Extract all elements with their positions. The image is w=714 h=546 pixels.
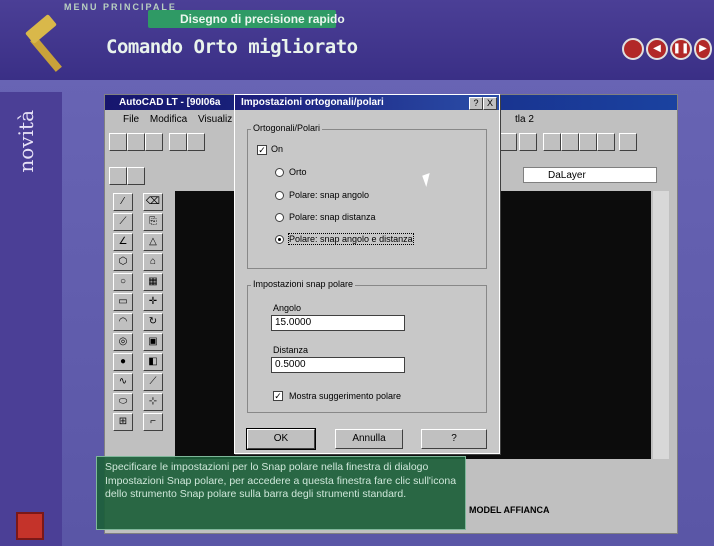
- ortho-polar-label: Ortogonali/Polari: [251, 123, 323, 133]
- forward-button[interactable]: ▶: [694, 38, 712, 60]
- zoom-window-icon[interactable]: [561, 133, 579, 151]
- menu-right-item[interactable]: tla 2: [515, 111, 534, 128]
- radio-polar-distance[interactable]: [275, 213, 284, 222]
- menu-file[interactable]: File: [123, 114, 139, 125]
- polar-settings-dialog: Impostazioni ortogonali/polari ? X Ortog…: [234, 94, 500, 454]
- status-model[interactable]: MODEL AFFIANCA: [469, 505, 550, 515]
- scale-icon[interactable]: ▣: [143, 333, 163, 351]
- rectangle-icon[interactable]: ▭: [113, 293, 133, 311]
- menu-visualizza[interactable]: Visualiz: [198, 114, 232, 125]
- tool-icon-b[interactable]: [519, 133, 537, 151]
- angle-label: Angolo: [273, 303, 302, 313]
- layer-select[interactable]: DaLayer: [523, 167, 657, 183]
- hammer-icon: [25, 14, 62, 72]
- on-checkbox[interactable]: ✓: [257, 145, 267, 155]
- dialog-help-icon[interactable]: ?: [469, 97, 483, 110]
- zoom-all-icon[interactable]: [597, 133, 615, 151]
- zoom-icon[interactable]: [543, 133, 561, 151]
- circle-icon[interactable]: ○: [113, 273, 133, 291]
- layer-manager-icon[interactable]: [127, 167, 145, 185]
- zoom-prev-icon[interactable]: [579, 133, 597, 151]
- option-orto-label: Orto: [289, 167, 307, 177]
- record-button[interactable]: [622, 38, 644, 60]
- insert-block-icon[interactable]: ⊞: [113, 413, 133, 431]
- draw-toolbar: ⁄ ⌫ ⟋ ⎘ ∠ △ ⬡ ⌂ ○ ▦ ▭ ✛ ◠ ↻ ◎ ▣ ● ◧ ∿ ⟋ …: [109, 191, 171, 459]
- option-polar-angle-distance-label: Polare: snap angolo e distanza: [288, 233, 414, 245]
- help-icon[interactable]: [619, 133, 637, 151]
- open-file-icon[interactable]: [127, 133, 145, 151]
- radio-orto[interactable]: [275, 168, 284, 177]
- trim-icon[interactable]: ⟋: [143, 373, 163, 391]
- polyline-icon[interactable]: ⟋: [113, 213, 133, 231]
- pline-icon[interactable]: ∠: [113, 233, 133, 251]
- distance-label: Distanza: [273, 345, 309, 355]
- radio-polar-angle[interactable]: [275, 191, 284, 200]
- mirror-icon[interactable]: △: [143, 233, 163, 251]
- option-polar-distance-label: Polare: snap distanza: [289, 212, 376, 222]
- dialog-title: Impostazioni ortogonali/polari: [235, 95, 499, 110]
- show-hint-checkbox[interactable]: ✓: [273, 391, 283, 401]
- pause-button[interactable]: ❚❚: [670, 38, 692, 60]
- circle-center-icon[interactable]: ◎: [113, 333, 133, 351]
- preview-icon[interactable]: [187, 133, 205, 151]
- back-button[interactable]: ◀: [646, 38, 668, 60]
- extend-icon[interactable]: ⊹: [143, 393, 163, 411]
- break-icon[interactable]: ⌐: [143, 413, 163, 431]
- vertical-scrollbar[interactable]: [653, 191, 669, 459]
- polygon-icon[interactable]: ⬡: [113, 253, 133, 271]
- tool-icon-a[interactable]: [499, 133, 517, 151]
- radio-polar-angle-distance[interactable]: [275, 235, 284, 244]
- section-subtitle: Disegno di precisione rapido: [180, 12, 345, 26]
- polar-snap-label: Impostazioni snap polare: [251, 279, 356, 289]
- on-label: On: [271, 144, 284, 154]
- line-icon[interactable]: ⁄: [113, 193, 133, 211]
- arc-icon[interactable]: ◠: [113, 313, 133, 331]
- offset-icon[interactable]: ⌂: [143, 253, 163, 271]
- stretch-icon[interactable]: ◧: [143, 353, 163, 371]
- move-icon[interactable]: ✛: [143, 293, 163, 311]
- help-button[interactable]: ?: [421, 429, 487, 449]
- array-icon[interactable]: ▦: [143, 273, 163, 291]
- distance-input[interactable]: 0.5000: [271, 357, 405, 373]
- print-icon[interactable]: [169, 133, 187, 151]
- erase-icon[interactable]: ⌫: [143, 193, 163, 211]
- spline-icon[interactable]: ∿: [113, 373, 133, 391]
- ok-button[interactable]: OK: [246, 428, 316, 450]
- ellipse-icon[interactable]: ⬭: [113, 393, 133, 411]
- dialog-close-icon[interactable]: X: [483, 97, 497, 110]
- layer-icon[interactable]: [109, 167, 127, 185]
- option-polar-angle-label: Polare: snap angolo: [289, 190, 370, 200]
- copy-icon[interactable]: ⎘: [143, 213, 163, 231]
- angle-input[interactable]: 15.0000: [271, 315, 405, 331]
- cancel-button[interactable]: Annulla: [335, 429, 403, 449]
- donut-icon[interactable]: ●: [113, 353, 133, 371]
- rotate-icon[interactable]: ↻: [143, 313, 163, 331]
- menu-modifica[interactable]: Modifica: [150, 114, 187, 125]
- save-icon[interactable]: [145, 133, 163, 151]
- sidebar-label: novità: [14, 110, 38, 173]
- page-title: Comando Orto migliorato: [106, 36, 358, 58]
- caption-box: Specificare le impostazioni per lo Snap …: [96, 456, 466, 530]
- new-file-icon[interactable]: [109, 133, 127, 151]
- show-hint-label: Mostra suggerimento polare: [289, 391, 402, 401]
- exit-button[interactable]: [16, 512, 44, 540]
